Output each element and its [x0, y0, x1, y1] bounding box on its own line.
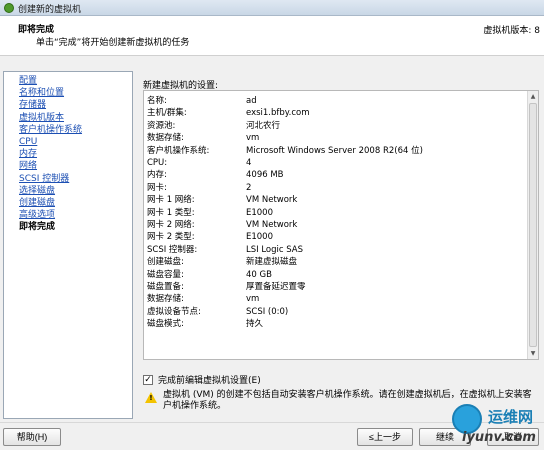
edit-settings-option[interactable]: ✓ 完成前编辑虚拟机设置(E) — [143, 373, 261, 386]
step-ready-to-complete: 即将完成 — [19, 222, 56, 233]
page-subtitle: 单击“完成”将开始创建新虚拟机的任务 — [36, 38, 190, 48]
edit-settings-label: 完成前编辑虚拟机设置(E) — [158, 376, 261, 386]
summary-row: SCSI 控制器: LSI Logic SAS — [147, 244, 304, 255]
finish-button[interactable]: 继续 — [419, 428, 471, 446]
step-guest-os[interactable]: 客户机操作系统 — [4, 124, 132, 136]
step-vm-version[interactable]: 虚拟机版本 — [4, 112, 132, 124]
warning-text: 虚拟机 (VM) 的创建不包括自动安装客户机操作系统。请在创建虚拟机后，在虚拟机… — [163, 390, 532, 411]
step-create-disk[interactable]: 创建磁盘 — [4, 197, 132, 209]
wizard-steps-nav: 配置 名称和位置 存储器 虚拟机版本 客户机操作系统 CPU 内存 网络 SCS… — [3, 71, 133, 419]
scroll-down-arrow-icon[interactable]: ▼ — [528, 348, 538, 359]
summary-row: 磁盘容量: 40 GB — [147, 269, 272, 280]
summary-row: 虚拟设备节点: SCSI (0:0) — [147, 306, 289, 317]
vm-version-label: 虚拟机版本: 8 — [483, 26, 540, 36]
scroll-thumb[interactable] — [529, 103, 537, 347]
step-memory[interactable]: 内存 — [4, 148, 132, 160]
step-cpu[interactable]: CPU — [4, 136, 132, 148]
summary-row: 客户机操作系统: Microsoft Windows Server 2008 R2… — [147, 145, 423, 156]
wizard-footer: 帮助(H) ≤上一步 继续 取消 — [0, 422, 544, 450]
wizard-header: 即将完成 单击“完成”将开始创建新虚拟机的任务 虚拟机版本: 8 — [0, 16, 544, 56]
window-title: 创建新的虚拟机 — [18, 5, 82, 15]
step-storage[interactable]: 存储器 — [4, 99, 132, 111]
summary-row: 网卡 1 网络: VM Network — [147, 195, 298, 206]
step-network[interactable]: 网络 — [4, 160, 132, 172]
title-bar: 创建新的虚拟机 — [0, 0, 544, 16]
step-scsi-controller[interactable]: SCSI 控制器 — [4, 173, 132, 185]
back-button[interactable]: ≤上一步 — [357, 428, 413, 446]
summary-row: 网卡 2 类型: E1000 — [147, 232, 274, 243]
summary-row: 资源池: 河北农行 — [147, 120, 281, 131]
warning-icon-mark: ! — [149, 394, 153, 402]
summary-row: 创建磁盘: 新建虚拟磁盘 — [147, 257, 298, 268]
step-config[interactable]: 配置 — [4, 75, 132, 87]
summary-row: 数据存储: vm — [147, 294, 260, 305]
settings-summary-list: 名称: ad 主机/群集: exsi1.bfby.com 资源池: 河北农行 数据存储… — [143, 90, 539, 360]
vm-app-icon — [4, 3, 14, 13]
guest-os-warning: ! 虚拟机 (VM) 的创建不包括自动安装客户机操作系统。请在创建虚拟机后，在虚… — [143, 390, 539, 418]
summary-row: CPU: 4 — [147, 158, 252, 168]
summary-row: 磁盘置备: 厚置备延迟置零 — [147, 282, 306, 292]
summary-row: 网卡: 2 — [147, 182, 252, 193]
scroll-up-arrow-icon[interactable]: ▲ — [528, 91, 538, 102]
page-title: 即将完成 — [18, 25, 55, 35]
help-button[interactable]: 帮助(H) — [3, 428, 61, 446]
summary-row: 网卡 1 类型: E1000 — [147, 207, 274, 218]
cancel-button[interactable]: 取消 — [487, 428, 539, 446]
step-advanced-options[interactable]: 高级选项 — [4, 209, 132, 221]
summary-scrollbar[interactable]: ▲ ▼ — [527, 91, 538, 359]
step-select-disk[interactable]: 选择磁盘 — [4, 185, 132, 197]
summary-row: 网卡 2 网络: VM Network — [147, 220, 298, 230]
summary-row: 数据存储: vm — [147, 133, 260, 144]
wizard-content: 配置 名称和位置 存储器 虚拟机版本 客户机操作系统 CPU 内存 网络 SCS… — [0, 57, 544, 422]
edit-settings-checkbox[interactable]: ✓ — [143, 374, 153, 385]
summary-row: 主机/群集: exsi1.bfby.com — [147, 108, 310, 119]
summary-row: 内存: 4096 MB — [147, 170, 284, 181]
summary-row: 名称: ad — [147, 96, 257, 106]
summary-row: 磁盘模式: 持久 — [147, 319, 264, 330]
step-name-location[interactable]: 名称和位置 — [4, 87, 132, 99]
